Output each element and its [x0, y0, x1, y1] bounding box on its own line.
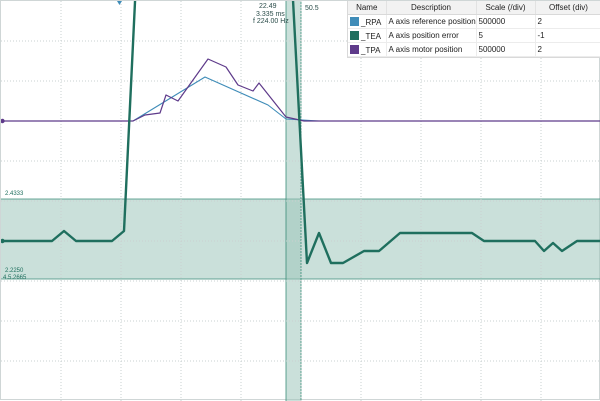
legend-offset[interactable]: -1 — [535, 28, 600, 43]
rpa-color-swatch[interactable] — [350, 16, 359, 26]
legend-scale[interactable]: 500000 — [476, 42, 536, 57]
legend-header-scale[interactable]: Scale (/div) — [476, 1, 536, 15]
legend-scale[interactable]: 5 — [476, 28, 536, 43]
legend-row-tpa[interactable]: _TPA A axis motor position 500000 2 — [348, 42, 600, 57]
cursor-dx-readout: 22.49 — [259, 3, 277, 10]
cursor-tag-readout: 50.5 — [305, 5, 319, 12]
legend-row-rpa[interactable]: _RPA A axis reference position 500000 2 — [348, 14, 600, 29]
legend-description: A axis reference position — [386, 14, 477, 29]
legend-cell-name: _TEA — [348, 28, 387, 43]
legend-header-description[interactable]: Description — [386, 1, 477, 15]
legend-scale[interactable]: 500000 — [476, 14, 536, 29]
tea-color-swatch[interactable] — [350, 30, 359, 40]
tpa-offset-marker — [1, 118, 5, 124]
tpa-color-swatch[interactable] — [350, 44, 359, 54]
legend-header-offset[interactable]: Offset (div) — [535, 1, 600, 15]
cursor-freq-readout: f 224.00 Hz — [253, 18, 289, 25]
legend-description: A axis position error — [386, 28, 477, 43]
legend-name: _TEA — [361, 31, 382, 41]
band-upper-label: 2.4333 — [5, 191, 24, 197]
legend-row-tea[interactable]: _TEA A axis position error 5 -1 — [348, 28, 600, 43]
cursor-dt-readout: 3.335 ms — [256, 11, 285, 18]
band-lower-label: 2.2250 — [5, 268, 24, 274]
trace-legend: Name Description Scale (/div) Offset (di… — [347, 1, 600, 58]
band-lower-label-2: 4.5.2665 — [3, 275, 27, 281]
legend-header-name[interactable]: Name — [348, 1, 387, 15]
oscilloscope-plot[interactable]: 22.49 3.335 ms f 224.00 Hz 50.5 2.4333 2… — [0, 0, 600, 401]
legend-offset[interactable]: 2 — [535, 42, 600, 57]
legend-name: _TPA — [361, 45, 381, 55]
legend-name: _RPA — [361, 17, 382, 27]
plot-canvas[interactable] — [1, 1, 600, 401]
legend-cell-name: _TPA — [348, 42, 387, 57]
legend-description: A axis motor position — [386, 42, 477, 57]
legend-offset[interactable]: 2 — [535, 14, 600, 29]
legend-cell-name: _RPA — [348, 14, 387, 29]
legend-header-row: Name Description Scale (/div) Offset (di… — [348, 1, 600, 15]
